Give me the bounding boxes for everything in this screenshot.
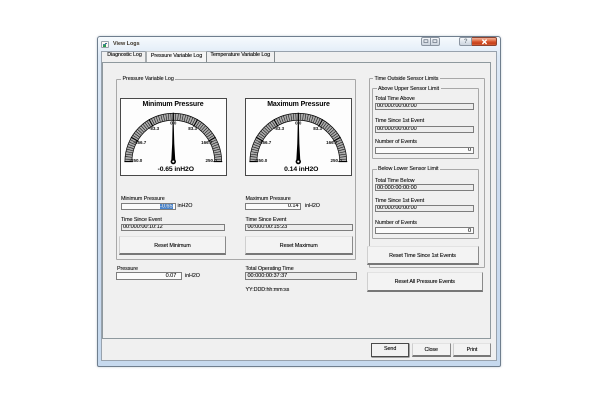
svg-text:-166.7: -166.7 bbox=[133, 140, 146, 145]
svg-text:-250.0: -250.0 bbox=[129, 158, 142, 163]
svg-text:250.0: 250.0 bbox=[205, 158, 217, 163]
svg-text:-250.0: -250.0 bbox=[255, 158, 268, 163]
svg-text:-83.3: -83.3 bbox=[274, 126, 285, 131]
svg-text:83.3: 83.3 bbox=[188, 126, 197, 131]
svg-text:-83.3: -83.3 bbox=[148, 126, 159, 131]
svg-text:250.0: 250.0 bbox=[330, 158, 342, 163]
svg-text:-166.7: -166.7 bbox=[258, 140, 271, 145]
svg-text:166.7: 166.7 bbox=[326, 140, 338, 145]
svg-text:83.3: 83.3 bbox=[313, 126, 322, 131]
svg-text:166.7: 166.7 bbox=[201, 140, 213, 145]
